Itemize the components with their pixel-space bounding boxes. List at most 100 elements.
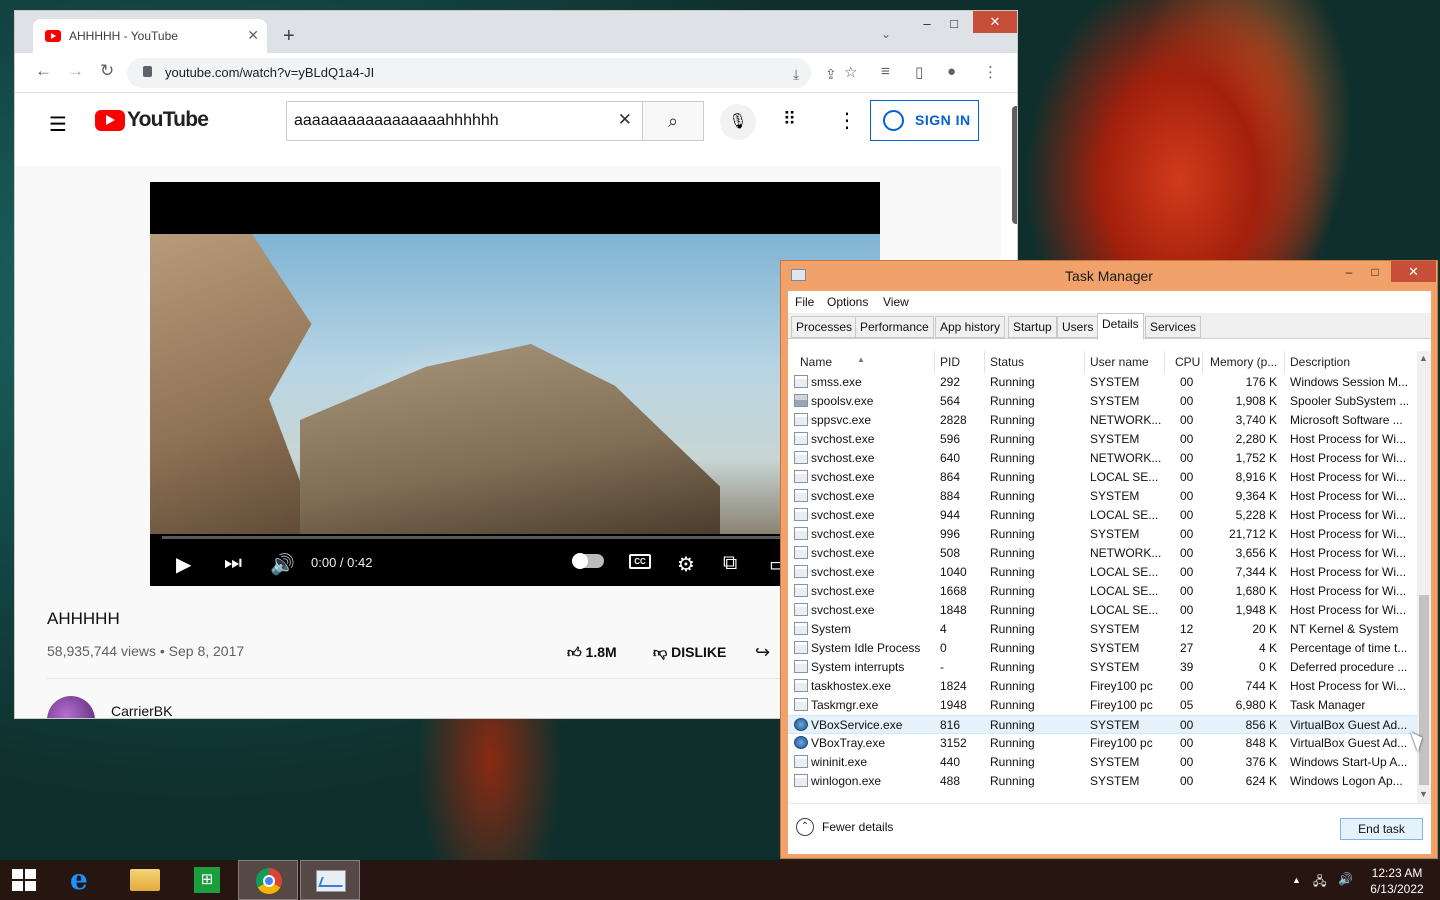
table-row[interactable]: smss.exe 292 Running SYSTEM 00 176 K Windows S… <box>788 373 1418 392</box>
video-progress-bar[interactable] <box>162 536 880 539</box>
table-row[interactable]: winlogon.exe 488 Running SYSTEM 00 624 K Windo… <box>788 772 1418 791</box>
maximize-button[interactable]: □ <box>939 11 969 37</box>
menu-view[interactable]: View <box>883 295 909 309</box>
page-scrollbar-thumb[interactable] <box>1012 106 1017 224</box>
col-status[interactable]: Status <box>990 355 1024 369</box>
share-icon[interactable]: ⇪ <box>825 66 837 83</box>
forward-icon[interactable]: → <box>67 61 84 81</box>
tm-maximize-button[interactable]: □ <box>1362 261 1388 283</box>
col-memory[interactable]: Memory (p... <box>1210 355 1277 369</box>
table-row[interactable]: spoolsv.exe 564 Running SYSTEM 00 1,908 K Spoo… <box>788 392 1418 411</box>
table-row[interactable]: svchost.exe 1668 Running LOCAL SE... 00 1,680… <box>788 582 1418 601</box>
profile-icon[interactable]: ● <box>947 63 956 80</box>
col-cpu[interactable]: CPU <box>1175 355 1200 369</box>
bookmark-star-icon[interactable]: ☆ <box>844 63 857 81</box>
start-button[interactable] <box>0 860 60 900</box>
youtube-logo-icon[interactable] <box>95 110 125 131</box>
table-row[interactable]: svchost.exe 1040 Running LOCAL SE... 00 7,344… <box>788 563 1418 582</box>
back-icon[interactable]: ← <box>35 61 52 81</box>
table-row[interactable]: System Idle Process 0 Running SYSTEM 27 4 K Pe… <box>788 639 1418 658</box>
clear-search-icon[interactable]: ✕ <box>618 110 632 130</box>
table-row[interactable]: System interrupts - Running SYSTEM 39 0 K Defe… <box>788 658 1418 677</box>
tm-minimize-button[interactable]: – <box>1336 261 1362 283</box>
network-icon[interactable]: 🖧 <box>1313 872 1326 893</box>
show-hidden-icons-icon[interactable]: ▲ <box>1292 875 1301 885</box>
minimize-button[interactable]: – <box>912 11 942 37</box>
task-manager-taskbar-button[interactable] <box>300 860 360 900</box>
table-row[interactable]: svchost.exe 1848 Running LOCAL SE... 00 1,948… <box>788 601 1418 620</box>
menu-file[interactable]: File <box>795 295 814 309</box>
tm-close-button[interactable]: ✕ <box>1391 261 1436 282</box>
scroll-up-icon[interactable]: ▲ <box>1419 353 1428 363</box>
col-pid[interactable]: PID <box>940 355 960 369</box>
video-player[interactable]: ▶ ⏭ 🔊 0:00 / 0:42 CC ⚙ ⧉ ▭ <box>150 182 880 586</box>
autoplay-toggle[interactable] <box>572 553 604 569</box>
share-arrow-icon[interactable]: ↪ <box>755 642 770 663</box>
table-row[interactable]: System 4 Running SYSTEM 12 20 K NT Kernel & Sy… <box>788 620 1418 639</box>
tab-app-history[interactable]: App history <box>935 316 1006 338</box>
tab-performance[interactable]: Performance <box>855 316 934 338</box>
scroll-down-icon[interactable]: ▼ <box>1419 789 1428 799</box>
youtube-logo-text[interactable]: YouTube <box>127 108 209 132</box>
table-row[interactable]: sppsvc.exe 2828 Running NETWORK... 00 3,740 K… <box>788 411 1418 430</box>
file-explorer-button[interactable] <box>114 860 174 900</box>
table-row[interactable]: VBoxService.exe 816 Running SYSTEM 00 856 K Vi… <box>788 715 1418 734</box>
settings-gear-icon[interactable]: ⚙ <box>677 552 695 577</box>
tab-users[interactable]: Users <box>1057 316 1099 338</box>
play-icon[interactable]: ▶ <box>176 552 191 577</box>
apps-grid-icon[interactable]: ⠿ <box>783 109 796 130</box>
process-list-scroll-thumb[interactable] <box>1419 595 1429 785</box>
col-description[interactable]: Description <box>1290 355 1350 369</box>
tab-details[interactable]: Details <box>1097 313 1144 340</box>
close-button[interactable]: ✕ <box>973 11 1017 33</box>
table-row[interactable]: Taskmgr.exe 1948 Running Firey100 pc 05 6,980… <box>788 696 1418 715</box>
reload-icon[interactable]: ↻ <box>100 61 114 81</box>
address-url[interactable]: youtube.com/watch?v=yBLdQ1a4-JI <box>165 65 374 80</box>
tab-services[interactable]: Services <box>1145 316 1202 338</box>
video-frame[interactable] <box>150 234 880 534</box>
search-query[interactable]: aaaaaaaaaaaaaaaaahhhhhh <box>294 112 499 130</box>
side-panel-icon[interactable]: ▯ <box>915 63 923 81</box>
col-user[interactable]: User name <box>1090 355 1149 369</box>
tab-close-icon[interactable]: ✕ <box>247 27 259 44</box>
tab-startup[interactable]: Startup <box>1008 316 1057 338</box>
task-manager-titlebar[interactable]: Task Manager – □ ✕ <box>781 261 1437 291</box>
collapse-chevron-up-icon[interactable]: ⌃ <box>796 818 814 836</box>
table-row[interactable]: svchost.exe 640 Running NETWORK... 00 1,752 K… <box>788 449 1418 468</box>
like-button[interactable]: 👍︎ 1.8M <box>567 644 617 661</box>
subtitles-button[interactable]: CC <box>629 554 651 569</box>
table-row[interactable]: VBoxTray.exe 3152 Running Firey100 pc 00 848 … <box>788 734 1418 753</box>
new-tab-button[interactable]: + <box>283 26 295 46</box>
table-row[interactable]: svchost.exe 996 Running SYSTEM 00 21,712 K Hos… <box>788 525 1418 544</box>
tab-processes[interactable]: Processes <box>791 316 858 338</box>
store-button[interactable]: ⊞ <box>176 860 236 900</box>
table-row[interactable]: wininit.exe 440 Running SYSTEM 00 376 K Window… <box>788 753 1418 772</box>
address-bar[interactable]: youtube.com/watch?v=yBLdQ1a4-JI ⤓ ⇪ <box>127 58 837 88</box>
voice-search-icon[interactable]: 🎙 <box>720 104 756 140</box>
miniplayer-icon[interactable]: ⧉ <box>723 552 737 575</box>
table-row[interactable]: taskhostex.exe 1824 Running Firey100 pc 00 74… <box>788 677 1418 696</box>
taskbar-clock[interactable]: 12:23 AM 6/13/2022 <box>1364 865 1430 897</box>
menu-options[interactable]: Options <box>827 295 868 309</box>
table-row[interactable]: svchost.exe 864 Running LOCAL SE... 00 8,916 … <box>788 468 1418 487</box>
tab-search-chevron-icon[interactable]: ⌄ <box>881 27 891 41</box>
volume-tray-icon[interactable]: 🔊 <box>1338 872 1353 886</box>
sign-in-button[interactable]: SIGN IN <box>870 100 979 141</box>
search-button[interactable]: ⌕ <box>642 101 704 141</box>
tab-youtube[interactable]: AHHHHH - YouTube ✕ <box>33 19 267 53</box>
next-icon[interactable]: ⏭ <box>224 552 242 575</box>
table-row[interactable]: svchost.exe 508 Running NETWORK... 00 3,656 K… <box>788 544 1418 563</box>
channel-avatar[interactable] <box>47 696 95 718</box>
guide-menu-icon[interactable]: ☰ <box>49 112 67 137</box>
table-row[interactable]: svchost.exe 884 Running SYSTEM 00 9,364 K Host… <box>788 487 1418 506</box>
internet-explorer-button[interactable]: e <box>52 860 112 900</box>
table-row[interactable]: svchost.exe 944 Running LOCAL SE... 00 5,228 … <box>788 506 1418 525</box>
dislike-button[interactable]: 👎︎ DISLIKE <box>653 644 726 661</box>
channel-name[interactable]: CarrierBK <box>111 703 172 718</box>
media-queue-icon[interactable]: ≡ <box>881 63 890 80</box>
settings-more-icon[interactable]: ⋮ <box>837 108 857 133</box>
search-input[interactable]: aaaaaaaaaaaaaaaaahhhhhh ✕ <box>286 101 643 141</box>
install-app-icon[interactable]: ⤓ <box>793 66 799 83</box>
chrome-menu-icon[interactable]: ⋮ <box>983 63 998 81</box>
end-task-button[interactable]: End task <box>1340 818 1423 840</box>
